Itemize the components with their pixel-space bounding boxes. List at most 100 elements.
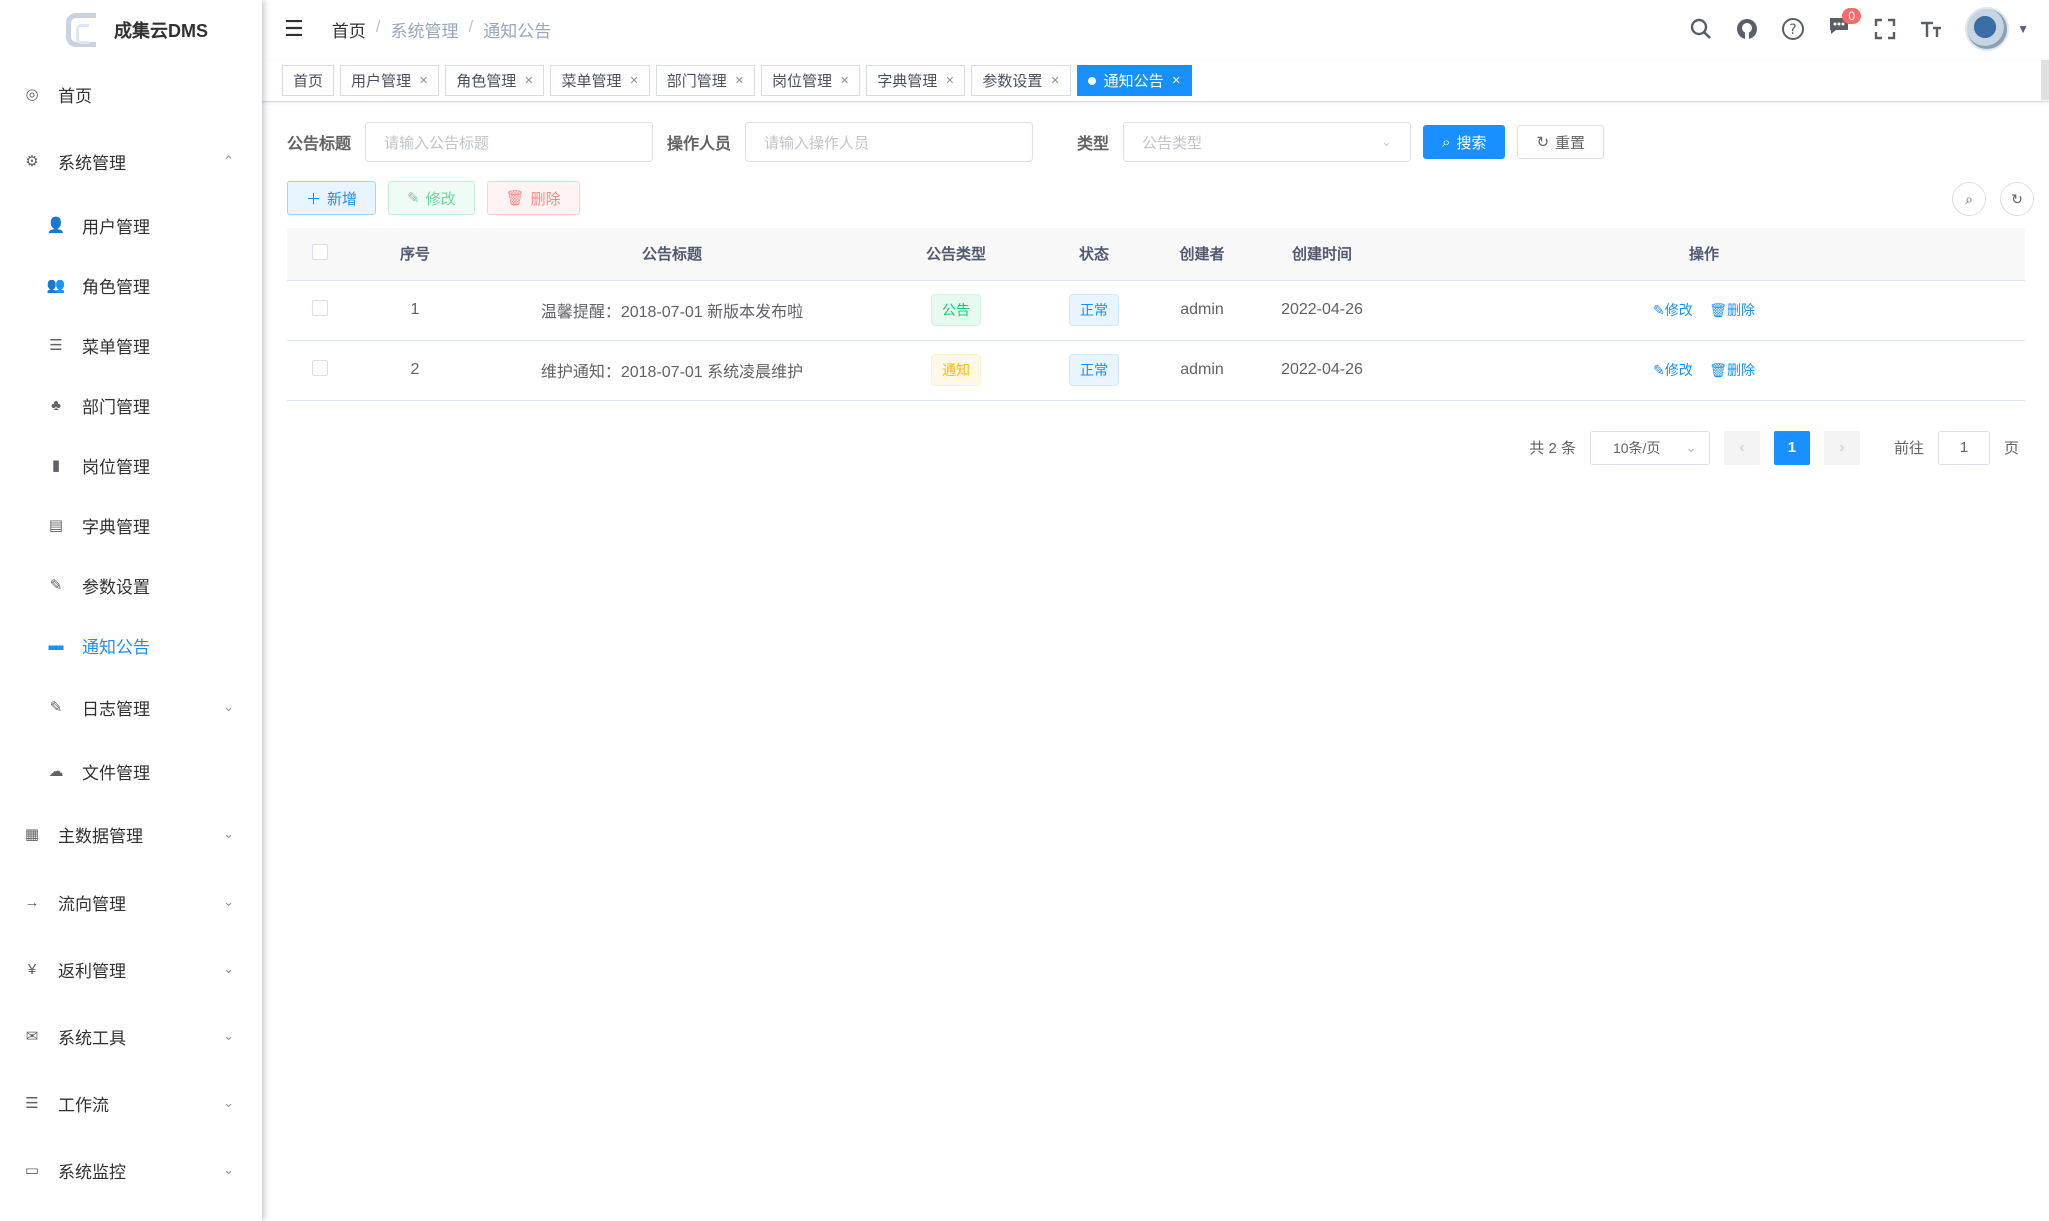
logo-area[interactable]: 成集云DMS <box>0 0 262 60</box>
trash-icon: 🗑 <box>1709 302 1727 318</box>
page-number[interactable]: 1 <box>1773 430 1810 465</box>
hamburger-icon[interactable]: ☰ <box>284 16 304 42</box>
operator-filter-label: 操作人员 <box>667 136 732 153</box>
fullscreen-icon[interactable] <box>1873 17 1897 41</box>
type-cell: 公告 <box>867 280 1045 341</box>
plus-icon: ＋ <box>306 190 322 208</box>
select-all-checkbox[interactable] <box>312 243 328 260</box>
chevron-down-icon: ⌄ <box>1685 439 1697 455</box>
sidebar-item-masterdata[interactable]: ▦ 主数据管理 ⌄ <box>0 814 262 854</box>
row-delete-label: 删除 <box>1726 302 1755 318</box>
tag-menus[interactable]: 菜单管理 ✕ <box>550 65 650 96</box>
operator-input[interactable]: 请输入操作人员 <box>745 122 1034 162</box>
delete-button[interactable]: 🗑 删除 <box>486 181 580 215</box>
close-icon[interactable]: ✕ <box>630 74 639 87</box>
tag-params[interactable]: 参数设置 ✕ <box>971 65 1071 96</box>
search-button[interactable]: ⌕ 搜索 <box>1423 125 1506 159</box>
prev-page-button[interactable]: ‹ <box>1723 430 1760 465</box>
breadcrumb-item[interactable]: 首页 <box>332 17 366 42</box>
sidebar-item-monitor[interactable]: ▭ 系统监控 ⌄ <box>0 1150 262 1190</box>
close-icon[interactable]: ✕ <box>840 74 849 87</box>
search-icon: ⌕ <box>1442 133 1451 151</box>
title-input[interactable]: 请输入公告标题 <box>365 122 654 162</box>
column-header: 公告类型 <box>867 228 1045 281</box>
table-header-row: 序号 公告标题 公告类型 状态 创建者 创建时间 操作 <box>287 228 2025 281</box>
refresh-button[interactable]: ↻ <box>2000 182 2034 216</box>
sidebar: 成集云DMS ◎ 首页 ⚙ 系统管理 ⌃ 👤 用户管理 👥 角色管理 ☰ 菜单管… <box>0 0 262 1221</box>
sidebar-item-label: 系统管理 <box>58 153 126 173</box>
close-icon[interactable]: ✕ <box>945 74 954 87</box>
sidebar-item-flow[interactable]: → 流向管理 ⌄ <box>0 882 262 922</box>
tag-posts[interactable]: 岗位管理 ✕ <box>760 65 861 96</box>
tag-depts[interactable]: 部门管理 ✕ <box>655 65 755 96</box>
sidebar-item-users[interactable]: 👤 用户管理 <box>0 205 262 245</box>
font-size-icon[interactable] <box>1919 17 1943 41</box>
user-menu[interactable]: ▼ <box>1965 7 2029 51</box>
sidebar-item-tools[interactable]: ✉ 系统工具 ⌄ <box>0 1016 262 1056</box>
post-icon: ▮ <box>51 457 61 474</box>
page-size-select[interactable]: 10条/页 ⌄ <box>1589 430 1710 465</box>
sidebar-item-label: 菜单管理 <box>82 337 150 357</box>
question-icon[interactable]: ? <box>1781 17 1805 41</box>
close-icon[interactable]: ✕ <box>524 74 533 87</box>
svg-text:?: ? <box>1789 22 1796 38</box>
sidebar-item-label: 工作流 <box>58 1095 109 1115</box>
sidebar-item-workflow[interactable]: ☰ 工作流 ⌄ <box>0 1083 262 1123</box>
sidebar-item-roles[interactable]: 👥 角色管理 <box>0 265 262 305</box>
message-button[interactable]: 0 <box>1827 8 1862 44</box>
sidebar-item-posts[interactable]: ▮ 岗位管理 <box>0 445 262 485</box>
sidebar-item-home[interactable]: ◎ 首页 <box>0 74 262 114</box>
next-page-button[interactable]: › <box>1823 430 1860 465</box>
avatar <box>1965 7 2010 51</box>
tag-roles[interactable]: 角色管理 ✕ <box>445 65 545 96</box>
tag-dict[interactable]: 字典管理 ✕ <box>866 65 966 96</box>
tree-table-icon: ☰ <box>49 337 63 354</box>
close-icon[interactable]: ✕ <box>1172 74 1181 87</box>
row-delete-link[interactable]: 🗑删除 <box>1709 362 1755 378</box>
type-tag: 通知 <box>931 354 981 386</box>
sidebar-item-label: 流向管理 <box>58 894 126 914</box>
chevron-down-icon: ⌄ <box>223 961 234 976</box>
sidebar-item-label: 主数据管理 <box>58 826 143 846</box>
chevron-down-icon: ⌄ <box>223 826 234 841</box>
tag-home[interactable]: 首页 <box>282 65 335 96</box>
sidebar-item-system[interactable]: ⚙ 系统管理 ⌃ <box>0 141 262 181</box>
row-edit-link[interactable]: ✎修改 <box>1653 302 1693 318</box>
goto-page-input[interactable]: 1 <box>1937 430 1990 465</box>
row-checkbox[interactable] <box>312 299 328 316</box>
sidebar-item-rebate[interactable]: ¥ 返利管理 ⌄ <box>0 949 262 989</box>
table-row: 2 维护通知：2018-07-01 系统凌晨维护 通知 正常 admin 202… <box>287 340 2025 401</box>
github-icon[interactable] <box>1735 17 1759 41</box>
row-checkbox[interactable] <box>312 359 328 376</box>
edit-button[interactable]: ✎ 修改 <box>388 181 475 215</box>
scrollbar[interactable] <box>2041 60 2049 100</box>
sidebar-item-files[interactable]: ☁ 文件管理 <box>0 751 262 791</box>
reset-button-label: 重置 <box>1555 134 1586 152</box>
row-delete-link[interactable]: 🗑删除 <box>1709 302 1755 318</box>
toggle-search-button[interactable]: ⌕ <box>1952 182 1986 216</box>
sidebar-item-menus[interactable]: ☰ 菜单管理 <box>0 325 262 365</box>
id-cell: 2 <box>353 340 477 401</box>
close-icon[interactable]: ✕ <box>735 74 744 87</box>
reset-button[interactable]: ↻ 重置 <box>1517 125 1605 159</box>
refresh-icon: ↻ <box>2011 190 2023 207</box>
trash-icon: 🗑 <box>1709 362 1727 378</box>
breadcrumb-item[interactable]: 系统管理 <box>390 17 458 42</box>
sidebar-item-dict[interactable]: ▤ 字典管理 <box>0 505 262 545</box>
search-icon[interactable] <box>1689 17 1713 41</box>
column-header: 序号 <box>353 228 477 281</box>
tag-users[interactable]: 用户管理 ✕ <box>340 65 440 96</box>
tag-notice[interactable]: 通知公告 ✕ <box>1076 65 1192 96</box>
tag-label: 岗位管理 <box>771 73 832 90</box>
sidebar-item-notice[interactable]: ▬ 通知公告 <box>0 625 262 665</box>
row-edit-link[interactable]: ✎修改 <box>1653 362 1693 378</box>
sidebar-item-depts[interactable]: ♣ 部门管理 <box>0 385 262 425</box>
close-icon[interactable]: ✕ <box>419 74 428 87</box>
close-icon[interactable]: ✕ <box>1050 74 1059 87</box>
type-select[interactable]: 公告类型 ⌄ <box>1123 122 1412 162</box>
chevron-down-icon: ⌄ <box>223 894 234 909</box>
add-button[interactable]: ＋ 新增 <box>287 181 377 215</box>
sidebar-item-label: 系统工具 <box>58 1028 126 1048</box>
sidebar-item-logs[interactable]: ✎ 日志管理 ⌄ <box>0 687 262 727</box>
sidebar-item-params[interactable]: ✎ 参数设置 <box>0 565 262 605</box>
